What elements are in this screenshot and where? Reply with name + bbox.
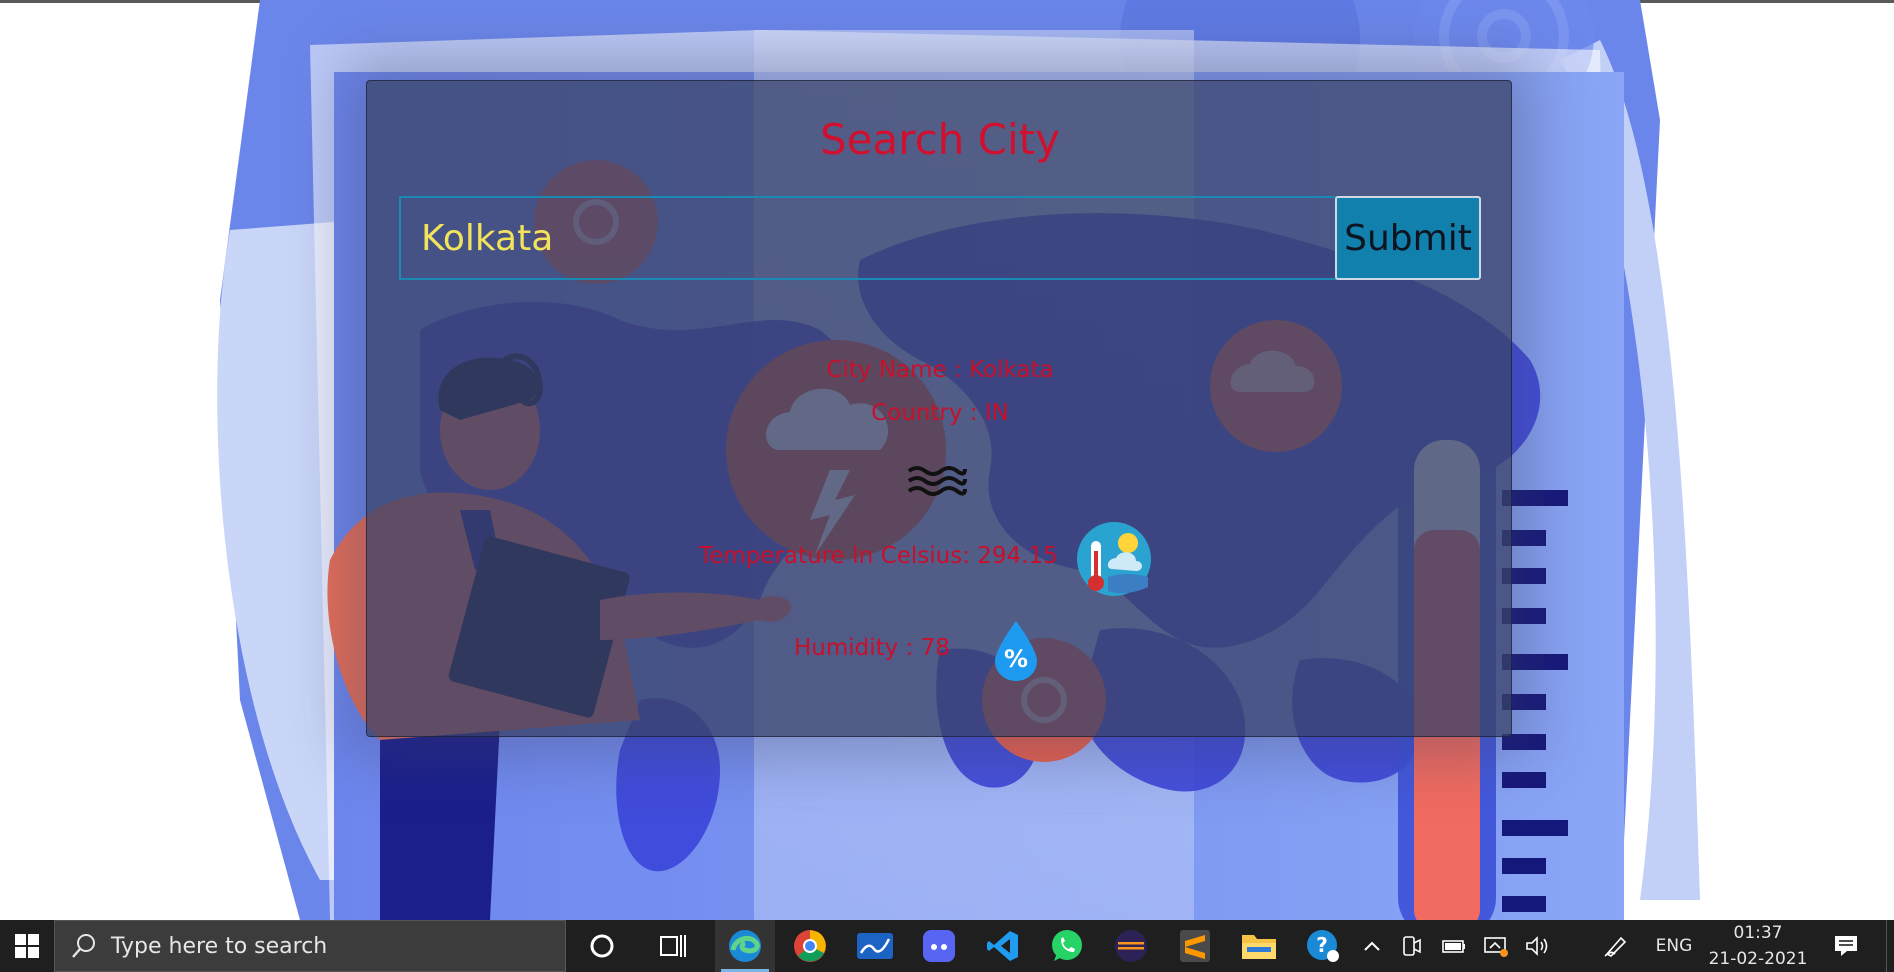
desktop-screen: Search City Submit City Name : Kolkata C…	[0, 0, 1894, 972]
clock-time: 01:37	[1733, 923, 1783, 943]
volume-button[interactable]	[1518, 920, 1558, 972]
show-hidden-icons-button[interactable]	[1354, 920, 1390, 972]
thermometer-sun-icon	[1077, 522, 1151, 596]
help-icon: ?	[1307, 930, 1339, 962]
taskbar-discord[interactable]	[909, 920, 969, 972]
temperature-text: Temperature In Celsius: 294.15	[699, 543, 1058, 569]
file-explorer-icon	[1242, 935, 1276, 959]
meet-now-button[interactable]	[1392, 920, 1432, 972]
whiteboard-icon	[857, 933, 893, 959]
taskbar-whiteboard[interactable]	[845, 920, 905, 972]
humidity-percent-symbol: %	[1004, 645, 1028, 673]
windows-logo-icon	[15, 934, 39, 958]
taskbar-search-box[interactable]: Type here to search	[54, 920, 566, 972]
taskbar-vscode[interactable]	[973, 920, 1033, 972]
edge-icon	[729, 930, 761, 962]
page-title: Search City	[820, 115, 1060, 164]
show-desktop-button[interactable]	[1886, 920, 1894, 972]
battery-icon	[1442, 940, 1465, 953]
country-text: Country : IN	[871, 400, 1009, 426]
meet-now-icon	[1403, 936, 1421, 956]
city-name-text: City Name : Kolkata	[826, 357, 1054, 383]
task-view-button[interactable]	[643, 920, 703, 972]
search-icon	[72, 934, 95, 958]
pen-icon	[1604, 936, 1627, 957]
chrome-icon	[794, 930, 826, 962]
chevron-up-icon	[1364, 941, 1380, 951]
vscode-icon	[987, 931, 1018, 961]
input-language-indicator[interactable]: ENG	[1652, 920, 1696, 972]
clock-date: 21-02-2021	[1708, 949, 1808, 969]
pen-workspace-button[interactable]	[1594, 920, 1638, 972]
cortana-button[interactable]	[572, 920, 632, 972]
taskbar-chrome[interactable]	[780, 920, 840, 972]
battery-button[interactable]	[1434, 920, 1474, 972]
search-placeholder-text: Type here to search	[111, 933, 328, 959]
taskbar-help[interactable]: ?	[1293, 920, 1353, 972]
taskbar-file-explorer[interactable]	[1229, 920, 1289, 972]
notification-icon	[1835, 936, 1857, 956]
clock[interactable]: 01:37 21-02-2021	[1700, 920, 1816, 972]
wind-waves-icon	[907, 466, 967, 496]
start-button[interactable]	[0, 920, 54, 972]
whatsapp-icon	[1052, 930, 1082, 961]
volume-icon	[1526, 936, 1548, 956]
taskbar: Type here to search ? ENG 01:37 21-02-20…	[0, 920, 1894, 972]
search-form: Submit	[399, 196, 1481, 280]
city-search-input[interactable]	[399, 196, 1337, 280]
weather-search-card: Search City Submit City Name : Kolkata C…	[366, 80, 1512, 737]
network-icon	[1484, 937, 1508, 957]
taskbar-eclipse[interactable]	[1101, 920, 1161, 972]
taskbar-sublime[interactable]	[1165, 920, 1225, 972]
taskbar-whatsapp[interactable]	[1037, 920, 1097, 972]
task-view-icon	[660, 935, 686, 957]
discord-icon	[923, 930, 955, 962]
sublime-text-icon	[1180, 930, 1210, 962]
network-button[interactable]	[1476, 920, 1516, 972]
submit-button[interactable]: Submit	[1335, 196, 1481, 280]
action-center-button[interactable]	[1820, 920, 1872, 972]
eclipse-icon	[1115, 930, 1147, 962]
taskbar-edge[interactable]	[715, 920, 775, 972]
humidity-text: Humidity : 78	[794, 635, 950, 661]
svg-text:?: ?	[1316, 933, 1328, 957]
cortana-icon	[590, 934, 614, 958]
humidity-drop-icon: %	[995, 621, 1037, 681]
